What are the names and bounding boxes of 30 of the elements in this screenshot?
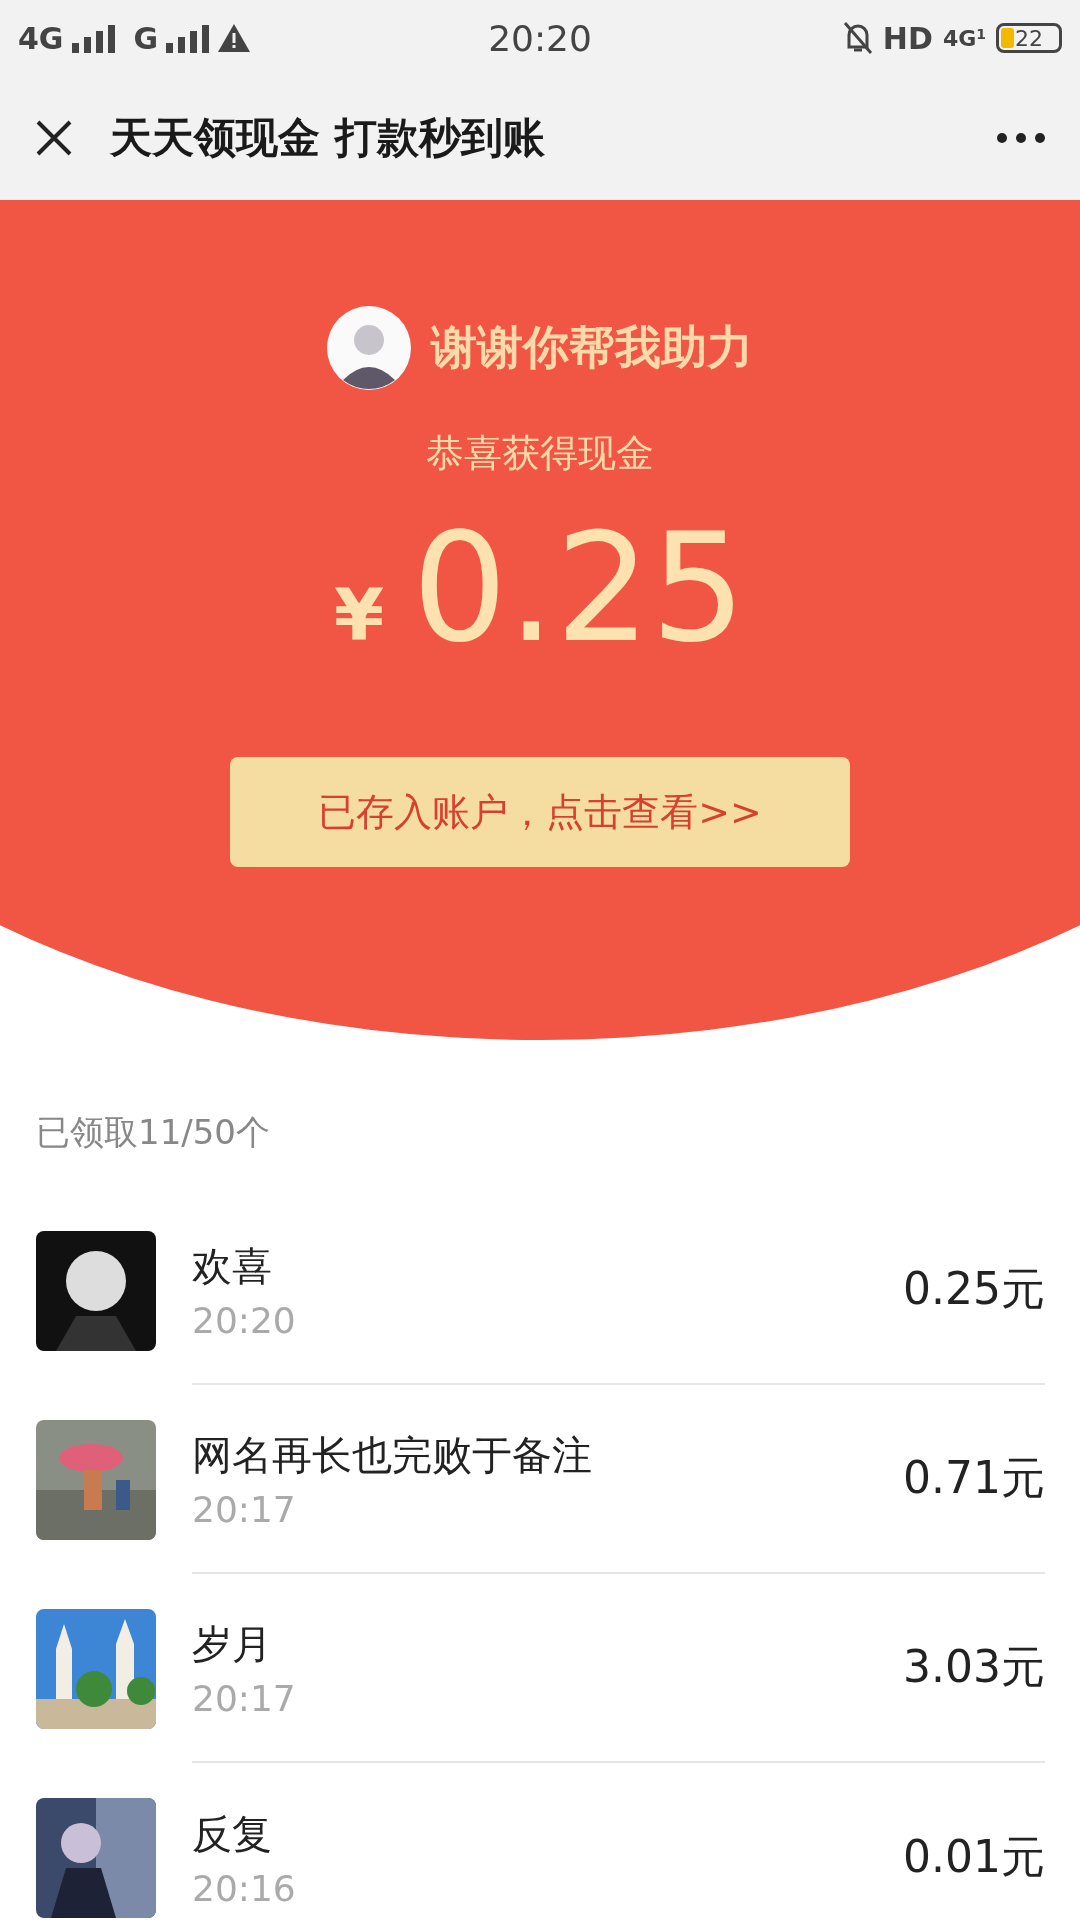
claim-time: 20:20 (192, 1299, 297, 1341)
page-title: 天天领现金 打款秒到账 (110, 112, 546, 164)
claim-amount: 0.01元 (903, 1830, 1045, 1884)
network-label: G (133, 20, 159, 56)
close-icon[interactable] (34, 118, 74, 158)
network-label: 4G (18, 20, 64, 56)
status-time: 20:20 (488, 17, 592, 59)
claim-time: 20:17 (192, 1488, 297, 1530)
more-icon[interactable] (996, 132, 1046, 144)
bell-muted-icon (842, 21, 873, 55)
currency-symbol: ¥ (333, 573, 385, 657)
claim-amount: 3.03元 (903, 1640, 1045, 1694)
user-name: 反复 (192, 1809, 273, 1859)
hero-subtitle: 恭喜获得现金 (426, 430, 654, 477)
view-account-button[interactable]: 已存入账户，点击查看>> (230, 757, 850, 867)
claim-amount: 0.25元 (903, 1262, 1045, 1316)
user-name: 岁月 (192, 1619, 273, 1669)
claim-time: 20:17 (192, 1677, 297, 1719)
warning-icon (218, 24, 251, 52)
claim-amount: 0.71元 (903, 1451, 1045, 1505)
user-name: 欢喜 (192, 1241, 273, 1291)
battery-icon: 22 (996, 23, 1062, 53)
hero-title: 谢谢你帮我助力 (431, 319, 753, 376)
user-name: 网名再长也完败于备注 (192, 1430, 593, 1480)
signal-icon (166, 23, 211, 53)
hd-label: HD (882, 20, 933, 56)
claim-time: 20:16 (192, 1867, 297, 1909)
signal-icon (71, 23, 116, 53)
cash-amount: 0.25 (412, 513, 747, 663)
claimed-count: 已领取11/50个 (36, 1111, 271, 1154)
